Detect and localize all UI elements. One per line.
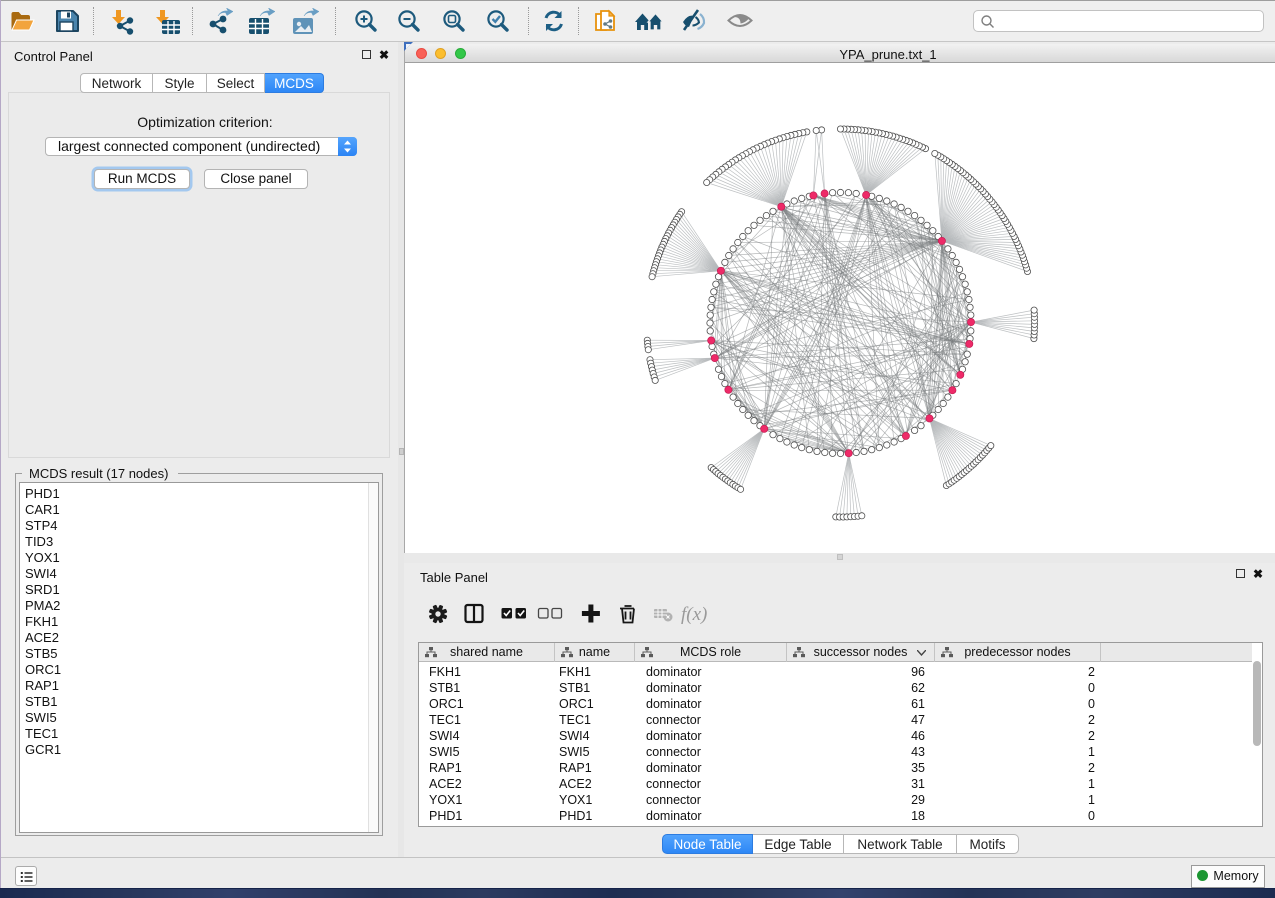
svg-text:f(x): f(x) bbox=[681, 604, 707, 625]
